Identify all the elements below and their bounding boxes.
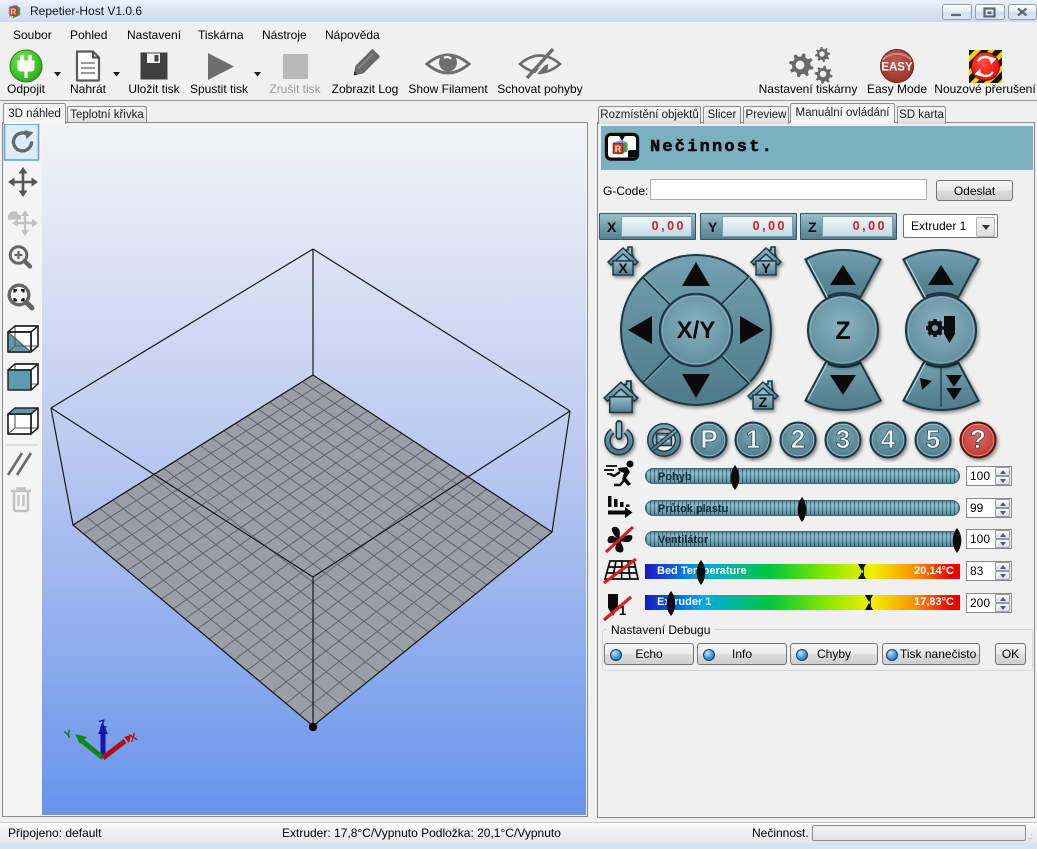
svg-text:1: 1 bbox=[746, 424, 760, 454]
svg-text:Z: Z bbox=[835, 317, 850, 345]
svg-text:Y: Y bbox=[761, 260, 771, 276]
svg-text:5: 5 bbox=[926, 424, 940, 454]
svg-text:X: X bbox=[618, 260, 628, 276]
svg-text:4: 4 bbox=[881, 424, 896, 454]
svg-text:X/Y: X/Y bbox=[677, 317, 716, 344]
svg-text:R: R bbox=[615, 144, 622, 154]
svg-text:R: R bbox=[10, 8, 16, 17]
svg-text:2: 2 bbox=[791, 424, 805, 454]
svg-text:P: P bbox=[700, 424, 717, 454]
svg-text:Z: Z bbox=[759, 394, 768, 410]
svg-text:EASY: EASY bbox=[881, 62, 913, 74]
svg-text:3: 3 bbox=[836, 424, 850, 454]
svg-text:?: ? bbox=[970, 424, 986, 454]
